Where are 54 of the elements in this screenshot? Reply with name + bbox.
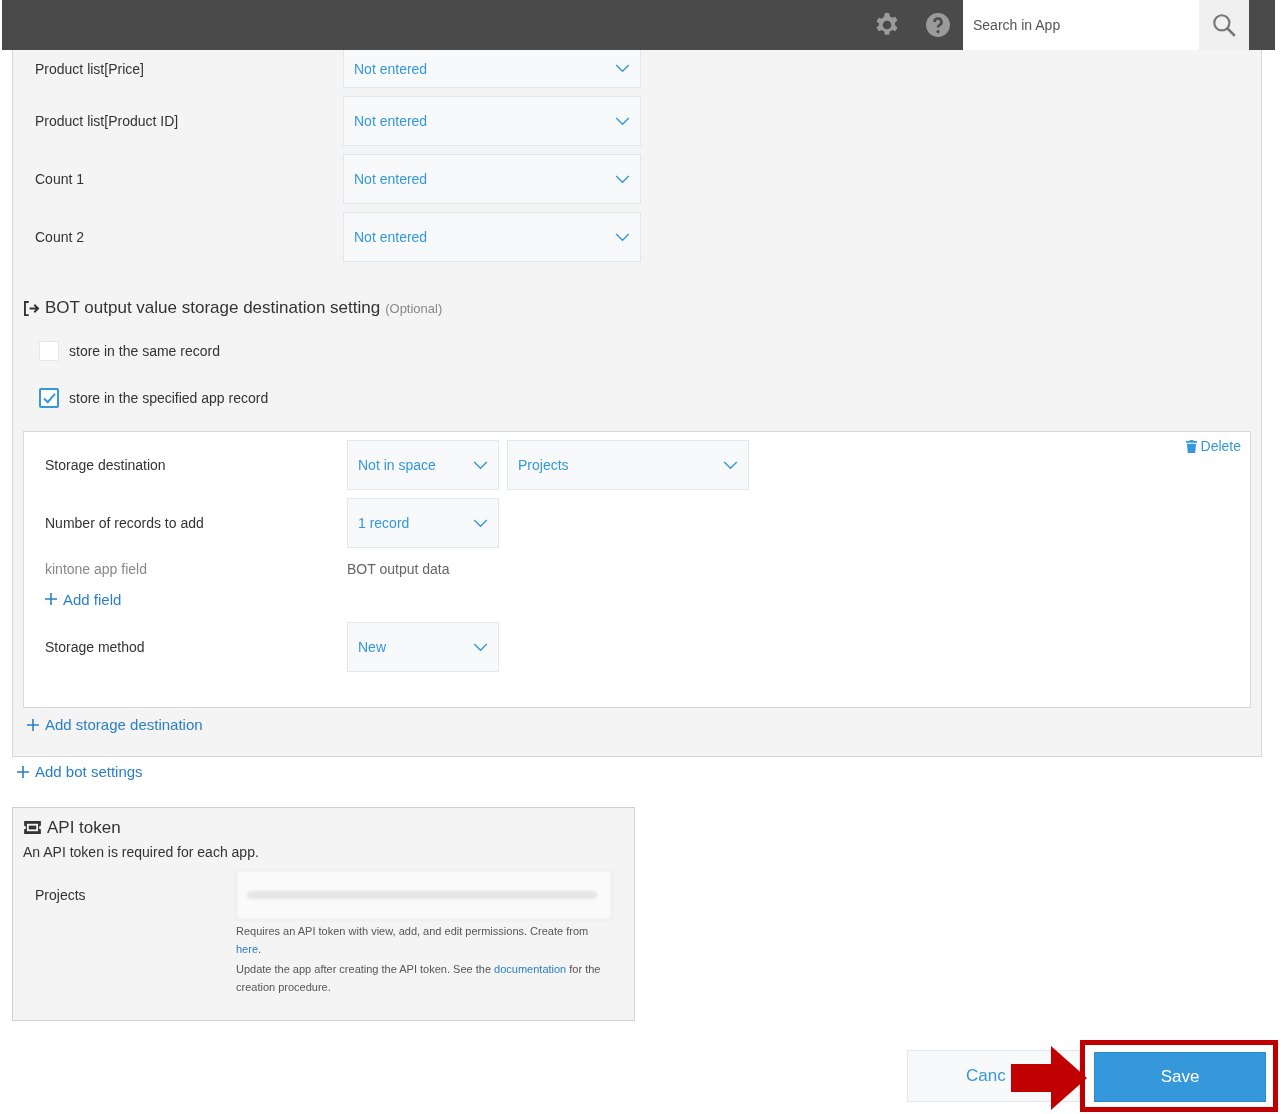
chevron-down-icon xyxy=(615,232,630,242)
field-label: Count 1 xyxy=(35,171,86,187)
field-label: Count 2 xyxy=(35,229,86,245)
add-storage-destination-link[interactable]: Add storage destination xyxy=(27,716,203,733)
field-label: Storage destination xyxy=(45,457,167,473)
dropdown[interactable]: Not in space xyxy=(347,440,499,490)
chevron-down-icon xyxy=(615,64,630,73)
exit-arrow-icon xyxy=(23,300,40,316)
add-bot-settings-link[interactable]: Add bot settings xyxy=(17,763,143,780)
help-text: Update the app after creating the API token. See the documentation for the creation procedure. xyxy=(236,961,602,995)
delete-link[interactable]: Delete xyxy=(1185,438,1241,454)
dropdown[interactable]: New xyxy=(347,622,499,672)
plus-icon xyxy=(27,718,39,731)
help-link[interactable]: here xyxy=(236,942,259,955)
checkbox-label: store in the same record xyxy=(69,343,220,359)
trash-icon xyxy=(1185,439,1197,453)
settings-icon[interactable] xyxy=(874,12,900,38)
help-text: Requires an API token with view, add, and edit permissions. Create from here. xyxy=(236,923,590,957)
chevron-down-icon xyxy=(473,518,488,528)
dropdown[interactable]: 1 record xyxy=(347,498,499,548)
chevron-down-icon xyxy=(723,460,738,470)
check-icon xyxy=(42,392,56,404)
dropdown[interactable]: Not entered xyxy=(343,212,641,262)
description-text: An API token is required for each app. xyxy=(23,843,260,860)
ticket-icon xyxy=(23,821,42,834)
dropdown[interactable]: Not entered xyxy=(343,50,641,88)
dropdown[interactable]: Not entered xyxy=(343,154,641,204)
chevron-down-icon xyxy=(615,174,630,184)
column-header: BOT output data xyxy=(347,561,450,577)
field-label: Number of records to add xyxy=(45,515,205,531)
chevron-down-icon xyxy=(473,460,488,470)
chevron-down-icon xyxy=(615,116,630,126)
checkbox[interactable] xyxy=(39,388,59,408)
field-label: Product list[Product ID] xyxy=(35,113,180,129)
help-link[interactable]: documentation xyxy=(494,962,567,975)
field-label: Projects xyxy=(34,886,87,905)
search-button[interactable] xyxy=(1199,0,1249,50)
optional-note: (Optional) xyxy=(385,300,443,316)
add-field-link[interactable]: Add field xyxy=(45,590,122,608)
column-header: kintone app field xyxy=(45,561,148,577)
search-icon xyxy=(1211,12,1237,38)
dropdown[interactable]: Not entered xyxy=(343,96,641,146)
search-field[interactable]: Search in App xyxy=(963,0,1199,50)
plus-icon xyxy=(17,765,29,778)
chevron-down-icon xyxy=(473,642,488,652)
plus-icon xyxy=(45,593,57,605)
help-icon[interactable] xyxy=(925,12,951,38)
save-button[interactable]: Save xyxy=(1094,1052,1266,1102)
section-title: API token xyxy=(47,817,121,838)
field-label: Storage method xyxy=(45,639,146,655)
field-label: Product list[Price] xyxy=(35,61,145,77)
section-title: BOT output value storage destination setting xyxy=(45,298,381,318)
checkbox-label: store in the specified app record xyxy=(69,390,269,406)
dropdown[interactable]: Projects xyxy=(507,440,749,490)
